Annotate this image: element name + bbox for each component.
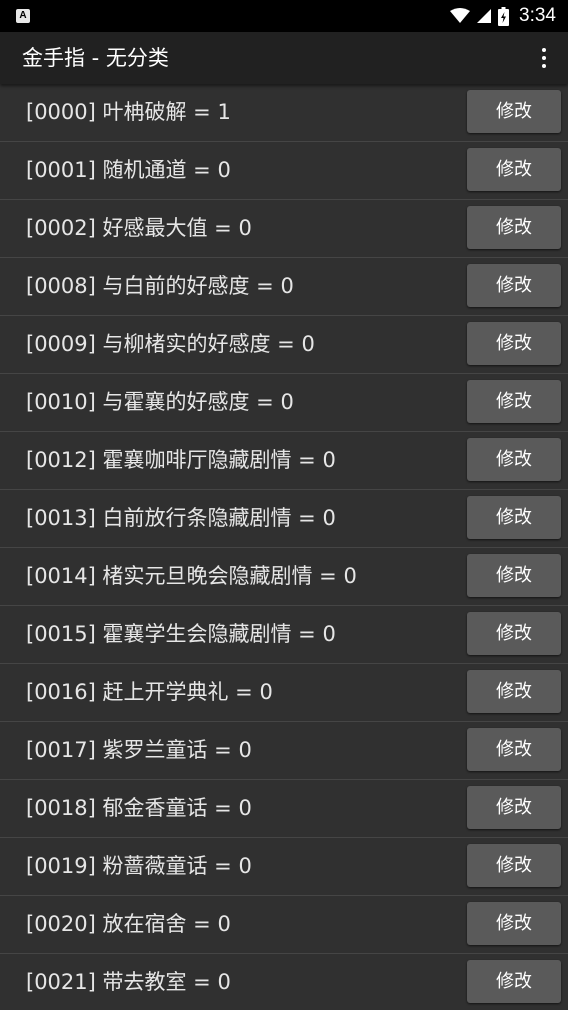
- app-bar: 金手指 - 无分类: [0, 32, 568, 84]
- list-item: [0002] 好感最大值 = 0 修改: [0, 200, 568, 258]
- modify-button[interactable]: 修改: [467, 554, 561, 597]
- item-label: [0010] 与霍襄的好感度 = 0: [26, 390, 294, 414]
- menu-dot: [542, 48, 546, 52]
- battery-icon: [498, 6, 510, 26]
- list-item: [0020] 放在宿舍 = 0 修改: [0, 896, 568, 954]
- notification-icon: A: [16, 9, 30, 23]
- modify-button[interactable]: 修改: [467, 902, 561, 945]
- cheat-list[interactable]: [0000] 叶柟破解 = 1 修改 [0001] 随机通道 = 0 修改 [0…: [0, 84, 568, 1010]
- status-time: 3:34: [519, 5, 556, 26]
- menu-dot: [542, 64, 546, 68]
- modify-button[interactable]: 修改: [467, 322, 561, 365]
- item-label: [0002] 好感最大值 = 0: [26, 216, 252, 240]
- modify-button[interactable]: 修改: [467, 786, 561, 829]
- wifi-icon: [450, 8, 471, 23]
- status-bar: A 3:34: [0, 0, 568, 32]
- item-label: [0008] 与白前的好感度 = 0: [26, 274, 294, 298]
- status-icons: 3:34: [450, 0, 556, 32]
- modify-button[interactable]: 修改: [467, 670, 561, 713]
- modify-button[interactable]: 修改: [467, 148, 561, 191]
- list-item: [0019] 粉蔷薇童话 = 0 修改: [0, 838, 568, 896]
- list-item: [0015] 霍襄学生会隐藏剧情 = 0 修改: [0, 606, 568, 664]
- modify-button[interactable]: 修改: [467, 844, 561, 887]
- list-item: [0001] 随机通道 = 0 修改: [0, 142, 568, 200]
- modify-button[interactable]: 修改: [467, 438, 561, 481]
- item-label: [0019] 粉蔷薇童话 = 0: [26, 854, 252, 878]
- item-label: [0016] 赶上开学典礼 = 0: [26, 680, 273, 704]
- item-label: [0014] 楮实元旦晚会隐藏剧情 = 0: [26, 564, 357, 588]
- signal-icon: [477, 9, 492, 23]
- list-item: [0013] 白前放行条隐藏剧情 = 0 修改: [0, 490, 568, 548]
- list-item: [0010] 与霍襄的好感度 = 0 修改: [0, 374, 568, 432]
- item-label: [0018] 郁金香童话 = 0: [26, 796, 252, 820]
- list-item: [0014] 楮实元旦晚会隐藏剧情 = 0 修改: [0, 548, 568, 606]
- overflow-menu-icon[interactable]: [536, 44, 552, 72]
- list-item: [0009] 与柳楮实的好感度 = 0 修改: [0, 316, 568, 374]
- menu-dot: [542, 56, 546, 60]
- app-title: 金手指 - 无分类: [22, 46, 169, 70]
- item-label: [0000] 叶柟破解 = 1: [26, 100, 231, 124]
- modify-button[interactable]: 修改: [467, 380, 561, 423]
- modify-button[interactable]: 修改: [467, 264, 561, 307]
- list-item: [0017] 紫罗兰童话 = 0 修改: [0, 722, 568, 780]
- list-item: [0016] 赶上开学典礼 = 0 修改: [0, 664, 568, 722]
- item-label: [0012] 霍襄咖啡厅隐藏剧情 = 0: [26, 448, 336, 472]
- modify-button[interactable]: 修改: [467, 728, 561, 771]
- item-label: [0013] 白前放行条隐藏剧情 = 0: [26, 506, 336, 530]
- item-label: [0015] 霍襄学生会隐藏剧情 = 0: [26, 622, 336, 646]
- item-label: [0009] 与柳楮实的好感度 = 0: [26, 332, 315, 356]
- modify-button[interactable]: 修改: [467, 206, 561, 249]
- modify-button[interactable]: 修改: [467, 90, 561, 133]
- modify-button[interactable]: 修改: [467, 612, 561, 655]
- item-label: [0017] 紫罗兰童话 = 0: [26, 738, 252, 762]
- list-item: [0000] 叶柟破解 = 1 修改: [0, 84, 568, 142]
- list-item: [0008] 与白前的好感度 = 0 修改: [0, 258, 568, 316]
- item-label: [0001] 随机通道 = 0: [26, 158, 231, 182]
- list-item: [0012] 霍襄咖啡厅隐藏剧情 = 0 修改: [0, 432, 568, 490]
- item-label: [0020] 放在宿舍 = 0: [26, 912, 231, 936]
- modify-button[interactable]: 修改: [467, 496, 561, 539]
- item-label: [0021] 带去教室 = 0: [26, 970, 231, 994]
- list-item: [0018] 郁金香童话 = 0 修改: [0, 780, 568, 838]
- list-item: [0021] 带去教室 = 0 修改: [0, 954, 568, 1010]
- modify-button[interactable]: 修改: [467, 960, 561, 1003]
